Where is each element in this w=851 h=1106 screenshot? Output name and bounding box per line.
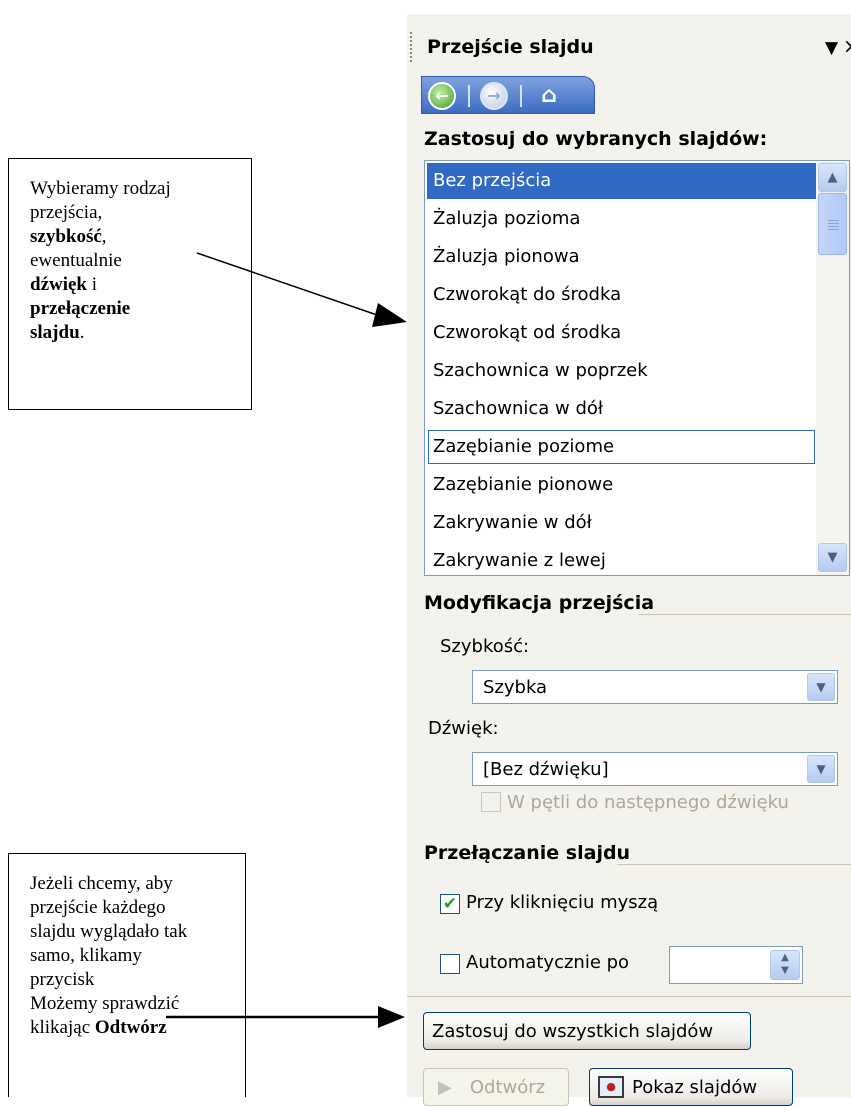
- sound-label: Dźwięk:: [428, 718, 499, 739]
- arrow-head-list: [372, 303, 407, 327]
- annotation-text: ewentualnie: [30, 250, 122, 271]
- pane-navigation-bar: ← → ⌂: [421, 76, 595, 114]
- spin-up-down-icon[interactable]: ▲ ▼: [770, 950, 800, 980]
- annotation-callout-apply-all: Jeżeli chcemy, aby przejście każdego sla…: [8, 853, 246, 1097]
- home-icon[interactable]: ⌂: [534, 82, 564, 110]
- play-icon: ▶: [438, 1076, 452, 1098]
- transition-list-item[interactable]: Czworokąt do środka: [427, 277, 816, 313]
- annotation-text: Wybieramy rodzaj: [30, 178, 171, 199]
- advance-slide-heading: Przełączanie slajdu: [424, 842, 631, 864]
- speed-label: Szybkość:: [440, 636, 530, 657]
- section-divider: [617, 864, 851, 865]
- annotation-text: przycisk: [30, 969, 95, 990]
- annotation-text: dźwięk i: [30, 274, 98, 295]
- apply-to-all-slides-button[interactable]: Zastosuj do wszystkich slajdów: [423, 1012, 751, 1050]
- chevron-down-icon[interactable]: ▼: [807, 755, 835, 783]
- drag-grip-icon[interactable]: [410, 32, 413, 62]
- annotation-text: przejścia,: [30, 202, 103, 223]
- transition-list-item[interactable]: Zazębianie pionowe: [427, 467, 816, 503]
- slide-show-icon: ●: [598, 1076, 624, 1098]
- transition-list-item[interactable]: Zakrywanie z lewej: [427, 543, 816, 575]
- transition-list-item[interactable]: Szachownica w dół: [427, 391, 816, 427]
- section-divider: [407, 996, 851, 997]
- back-arrow-icon[interactable]: ←: [428, 82, 456, 110]
- modify-transition-heading: Modyfikacja przejścia: [424, 592, 655, 614]
- transition-list[interactable]: Bez przejścia Żaluzja pozioma Żaluzja pion…: [424, 160, 850, 576]
- transition-list-item[interactable]: Zakrywanie w dół: [427, 505, 816, 541]
- scroll-up-icon[interactable]: ▲: [818, 163, 847, 192]
- scroll-thumb[interactable]: [818, 193, 847, 255]
- speed-value: Szybka: [483, 677, 548, 698]
- vertical-scrollbar[interactable]: ▲ ▼: [816, 161, 849, 575]
- automatic-after-label: Automatycznie po: [466, 952, 630, 973]
- pane-menu-dropdown-icon[interactable]: ▼: [825, 38, 838, 58]
- play-button-label: Odtwórz: [469, 1076, 546, 1098]
- annotation-text: samo, klikamy: [30, 945, 142, 966]
- pane-title-bar: Przejście slajdu ▼ ×: [407, 14, 851, 62]
- nav-separator: [520, 85, 522, 107]
- automatic-after-time-input[interactable]: ▲ ▼: [669, 946, 803, 984]
- transition-list-item[interactable]: Bez przejścia: [427, 163, 816, 199]
- annotation-text: slajdu.: [30, 322, 85, 343]
- chevron-down-icon[interactable]: ▼: [807, 673, 835, 701]
- on-mouse-click-checkbox[interactable]: ✔: [440, 894, 460, 914]
- annotation-text: Jeżeli chcemy, aby: [30, 873, 173, 894]
- slide-show-button-label: Pokaz slajdów: [632, 1076, 758, 1098]
- annotation-text: przełączenie: [30, 298, 131, 319]
- annotation-text: przejście każdego: [30, 897, 166, 918]
- play-button[interactable]: ▶ Odtwórz: [423, 1068, 569, 1106]
- annotation-text: slajdu wyglądało tak: [30, 921, 188, 942]
- transition-list-item[interactable]: Czworokąt od środka: [427, 315, 816, 351]
- close-icon[interactable]: ×: [843, 34, 851, 58]
- annotation-callout-transition: Wybieramy rodzaj przejścia, szybkość, ew…: [8, 158, 252, 410]
- slide-transition-task-pane: Przejście slajdu ▼ × ← → ⌂ Zastosuj do w…: [407, 14, 851, 1106]
- apply-to-selected-heading: Zastosuj do wybranych slajdów:: [424, 128, 768, 150]
- transition-list-item[interactable]: Żaluzja pozioma: [427, 201, 816, 237]
- automatic-after-checkbox[interactable]: [440, 954, 460, 974]
- loop-sound-label: W pętli do następnego dźwięku: [507, 792, 789, 813]
- speed-select[interactable]: Szybka ▼: [472, 670, 838, 704]
- annotation-text: Możemy sprawdzić: [30, 993, 180, 1014]
- section-divider: [639, 614, 851, 615]
- arrow-head-apply: [378, 1006, 405, 1028]
- annotation-text: klikając Odtwórz: [30, 1017, 167, 1038]
- pane-title: Przejście slajdu: [427, 36, 594, 58]
- scroll-down-icon[interactable]: ▼: [818, 543, 847, 572]
- transition-list-item[interactable]: Szachownica w poprzek: [427, 353, 816, 389]
- transition-list-item[interactable]: Żaluzja pionowa: [427, 239, 816, 275]
- transition-list-item[interactable]: Zazębianie poziome: [427, 429, 816, 465]
- nav-separator: [468, 85, 470, 107]
- slide-show-button[interactable]: ● Pokaz slajdów: [589, 1068, 793, 1106]
- sound-select[interactable]: [Bez dźwięku] ▼: [472, 752, 838, 786]
- on-mouse-click-label: Przy kliknięciu myszą: [466, 892, 659, 913]
- checkmark-icon: ✔: [442, 893, 458, 914]
- forward-arrow-icon[interactable]: →: [480, 82, 508, 110]
- loop-sound-checkbox[interactable]: [481, 792, 501, 812]
- annotation-text: szybkość,: [30, 226, 107, 247]
- sound-value: [Bez dźwięku]: [483, 759, 609, 780]
